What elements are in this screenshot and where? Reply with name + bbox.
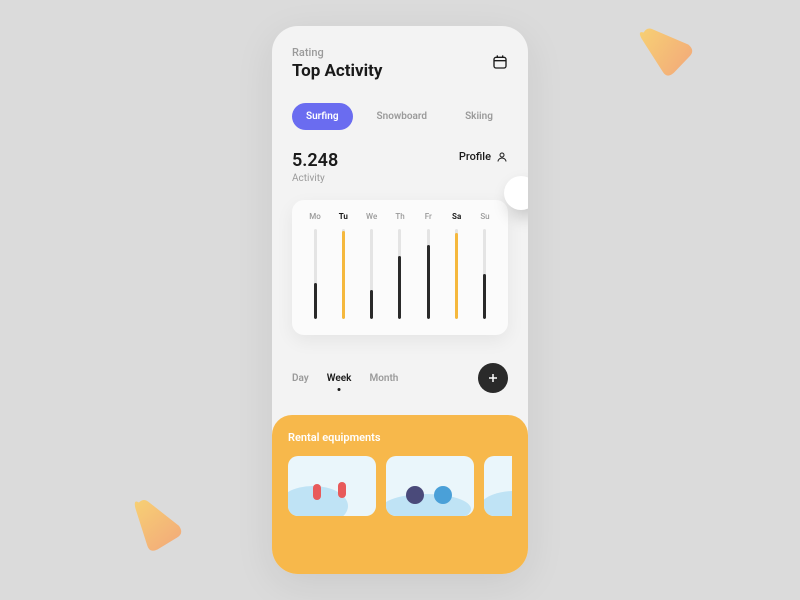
period-week[interactable]: Week <box>327 373 352 384</box>
rental-card[interactable] <box>288 456 376 516</box>
page-subtitle: Rating <box>292 46 382 59</box>
add-button[interactable] <box>478 363 508 393</box>
rental-card[interactable] <box>386 456 474 516</box>
bg-decoration-triangle <box>122 492 187 557</box>
chart-day-labels: Mo Tu We Th Fr Sa Su <box>304 212 496 221</box>
weekly-chart: Mo Tu We Th Fr Sa Su <box>292 200 508 335</box>
activity-count: 5.248 <box>292 150 338 171</box>
chart-label-sa: Sa <box>448 212 466 221</box>
bg-decoration-triangle <box>630 15 700 85</box>
profile-label: Profile <box>459 150 491 163</box>
rental-card[interactable] <box>484 456 512 516</box>
chart-label-su: Su <box>476 212 494 221</box>
floating-action-circle[interactable] <box>504 176 528 210</box>
chart-bar <box>419 229 437 319</box>
chart-bar <box>476 229 494 319</box>
chart-bar <box>306 229 324 319</box>
rental-panel: Rental equipments <box>272 415 528 574</box>
page-title: Top Activity <box>292 61 382 81</box>
app-screen: Rating Top Activity Surfing Snowboard Sk… <box>272 26 528 574</box>
chart-label-tu: Tu <box>334 212 352 221</box>
period-selector: Day Week Month <box>292 363 508 393</box>
tab-skiing[interactable]: Skiing <box>451 103 507 130</box>
chart-label-fr: Fr <box>419 212 437 221</box>
chart-bar <box>391 229 409 319</box>
chart-bar <box>334 229 352 319</box>
calendar-icon[interactable] <box>492 54 508 74</box>
rental-title: Rental equipments <box>288 431 512 444</box>
chart-bar <box>448 229 466 319</box>
chart-label-th: Th <box>391 212 409 221</box>
chart-label-we: We <box>363 212 381 221</box>
tab-snowboard[interactable]: Snowboard <box>363 103 442 130</box>
chart-label-mo: Mo <box>306 212 324 221</box>
period-day[interactable]: Day <box>292 373 309 384</box>
activity-count-label: Activity <box>292 173 338 184</box>
activity-tabs: Surfing Snowboard Skiing <box>292 103 508 130</box>
period-month[interactable]: Month <box>369 373 398 384</box>
plus-icon <box>487 372 499 384</box>
chart-bar <box>363 229 381 319</box>
tab-surfing[interactable]: Surfing <box>292 103 353 130</box>
profile-link[interactable]: Profile <box>459 150 508 163</box>
user-icon <box>496 151 508 163</box>
